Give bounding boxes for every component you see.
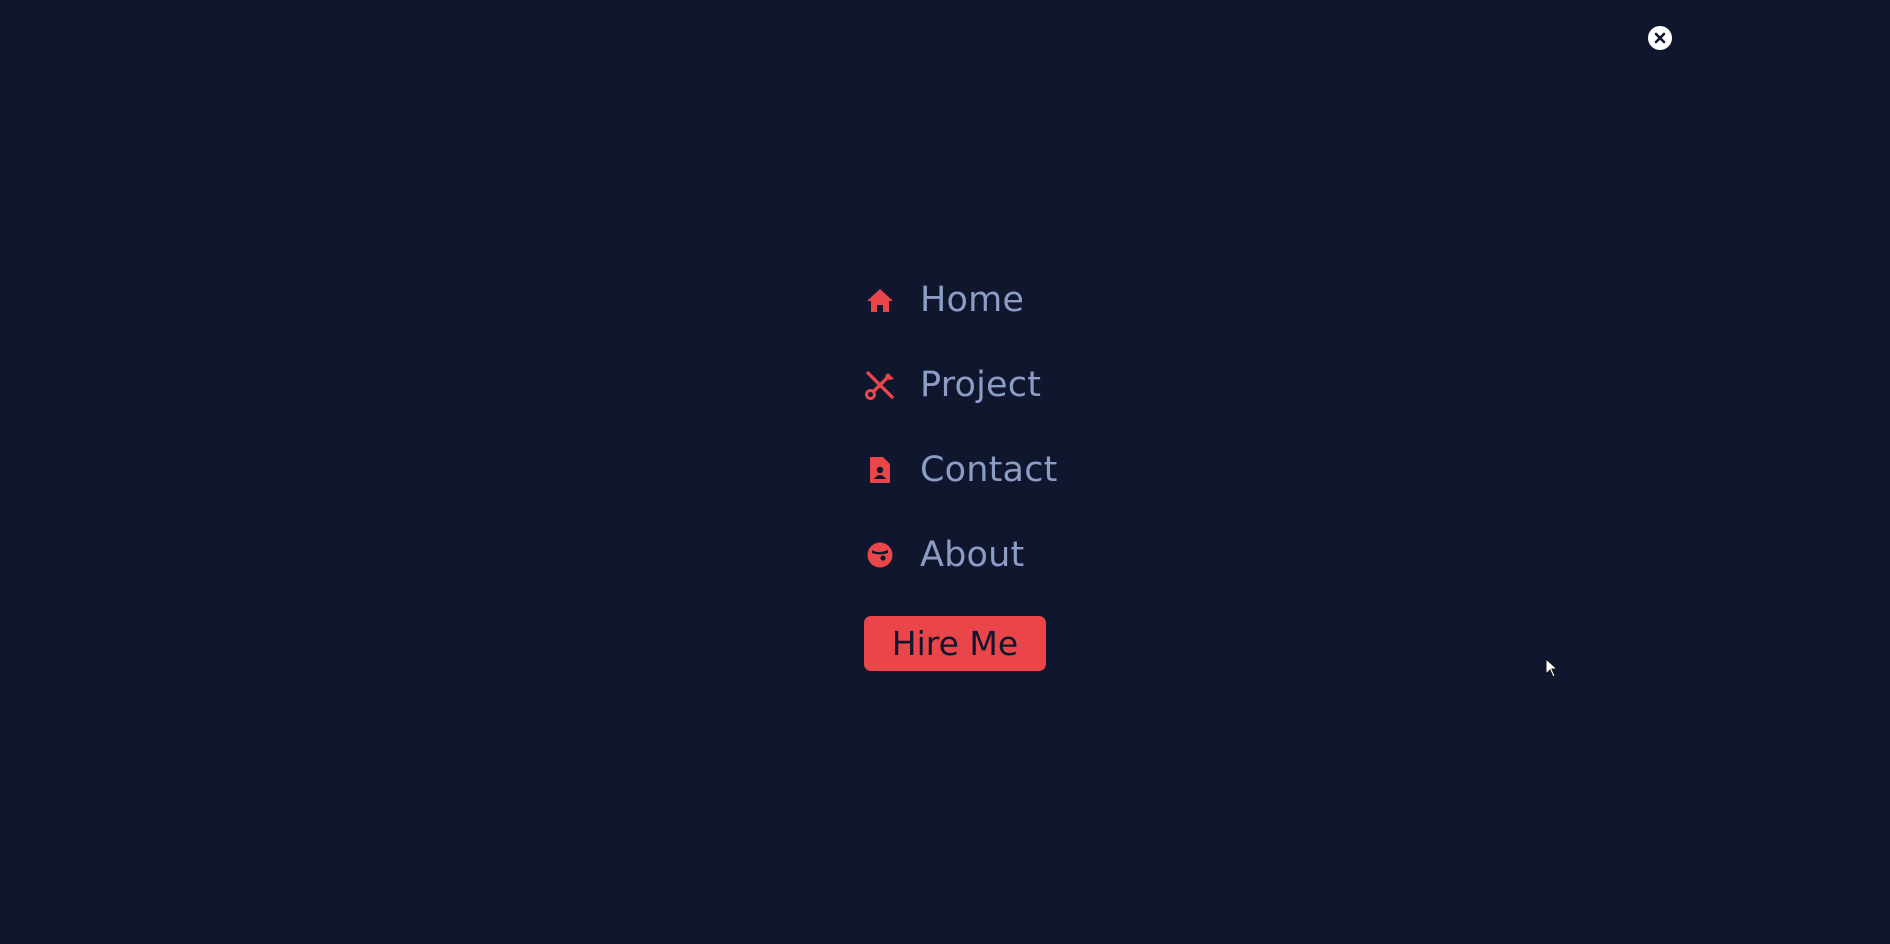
face-icon: [864, 539, 896, 571]
home-icon: [864, 284, 896, 316]
nav-item-about[interactable]: About: [864, 527, 1058, 583]
hire-me-button[interactable]: Hire Me: [864, 616, 1046, 671]
nav-item-project[interactable]: Project: [864, 357, 1058, 413]
nav-item-label: Home: [920, 279, 1025, 320]
mouse-pointer-icon: [1545, 658, 1559, 678]
nav-menu: Home Project Contact About: [864, 272, 1058, 612]
nav-item-label: Project: [920, 364, 1042, 405]
nav-item-label: About: [920, 534, 1025, 575]
nav-item-home[interactable]: Home: [864, 272, 1058, 328]
close-icon: [1654, 32, 1666, 44]
mobile-menu-overlay: Home Project Contact About Hire Me: [0, 0, 1890, 944]
nav-item-label: Contact: [920, 449, 1058, 490]
contact-card-icon: [864, 454, 896, 486]
close-menu-button[interactable]: [1648, 26, 1672, 50]
tools-icon: [864, 369, 896, 401]
nav-item-contact[interactable]: Contact: [864, 442, 1058, 498]
